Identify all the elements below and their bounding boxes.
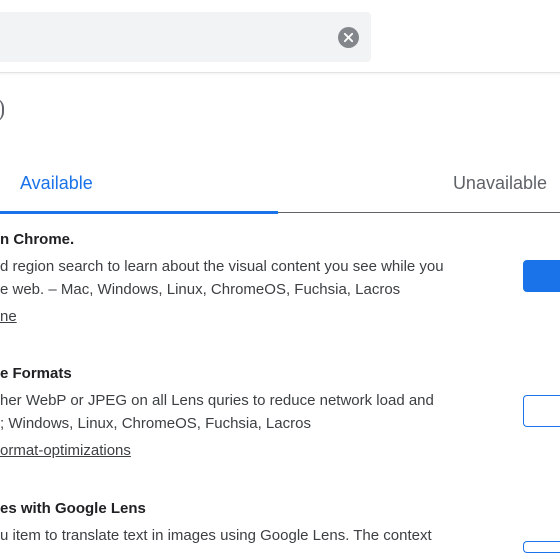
experiment-description: ; Windows, Linux, ChromeOS, Fuchsia, Lac… [0, 415, 311, 432]
search-box[interactable] [0, 12, 371, 62]
experiment-description: her WebP or JPEG on all Lens quries to r… [0, 392, 434, 409]
experiment-title: e Formats [0, 365, 72, 382]
tab-unavailable[interactable]: Unavailable [278, 160, 560, 212]
experiment-permalink[interactable]: ormat-optimizations [0, 442, 131, 459]
experiment-description: d region search to learn about the visua… [0, 258, 444, 275]
app-header [0, 0, 560, 73]
tab-available-label: Available [20, 173, 93, 193]
experiment-title: n Chrome. [0, 231, 75, 248]
experiment-state-select[interactable] [523, 260, 560, 292]
experiment-title: es with Google Lens [0, 500, 146, 517]
search-input[interactable] [0, 12, 320, 62]
experiment-state-select[interactable] [523, 395, 560, 427]
active-tab-indicator [0, 211, 278, 214]
cropped-heading-glyph [0, 98, 4, 122]
clear-search-button[interactable] [338, 27, 359, 48]
tab-bar: Available Unavailable [0, 160, 560, 214]
experiment-description: e web. – Mac, Windows, Linux, ChromeOS, … [0, 281, 401, 298]
experiment-state-select[interactable] [523, 541, 560, 553]
experiment-permalink[interactable]: ne [0, 308, 17, 325]
tab-available[interactable]: Available [0, 160, 278, 214]
experiment-description: u item to translate text in images using… [0, 527, 432, 544]
tab-unavailable-label: Unavailable [452, 173, 547, 193]
close-icon [343, 32, 354, 43]
